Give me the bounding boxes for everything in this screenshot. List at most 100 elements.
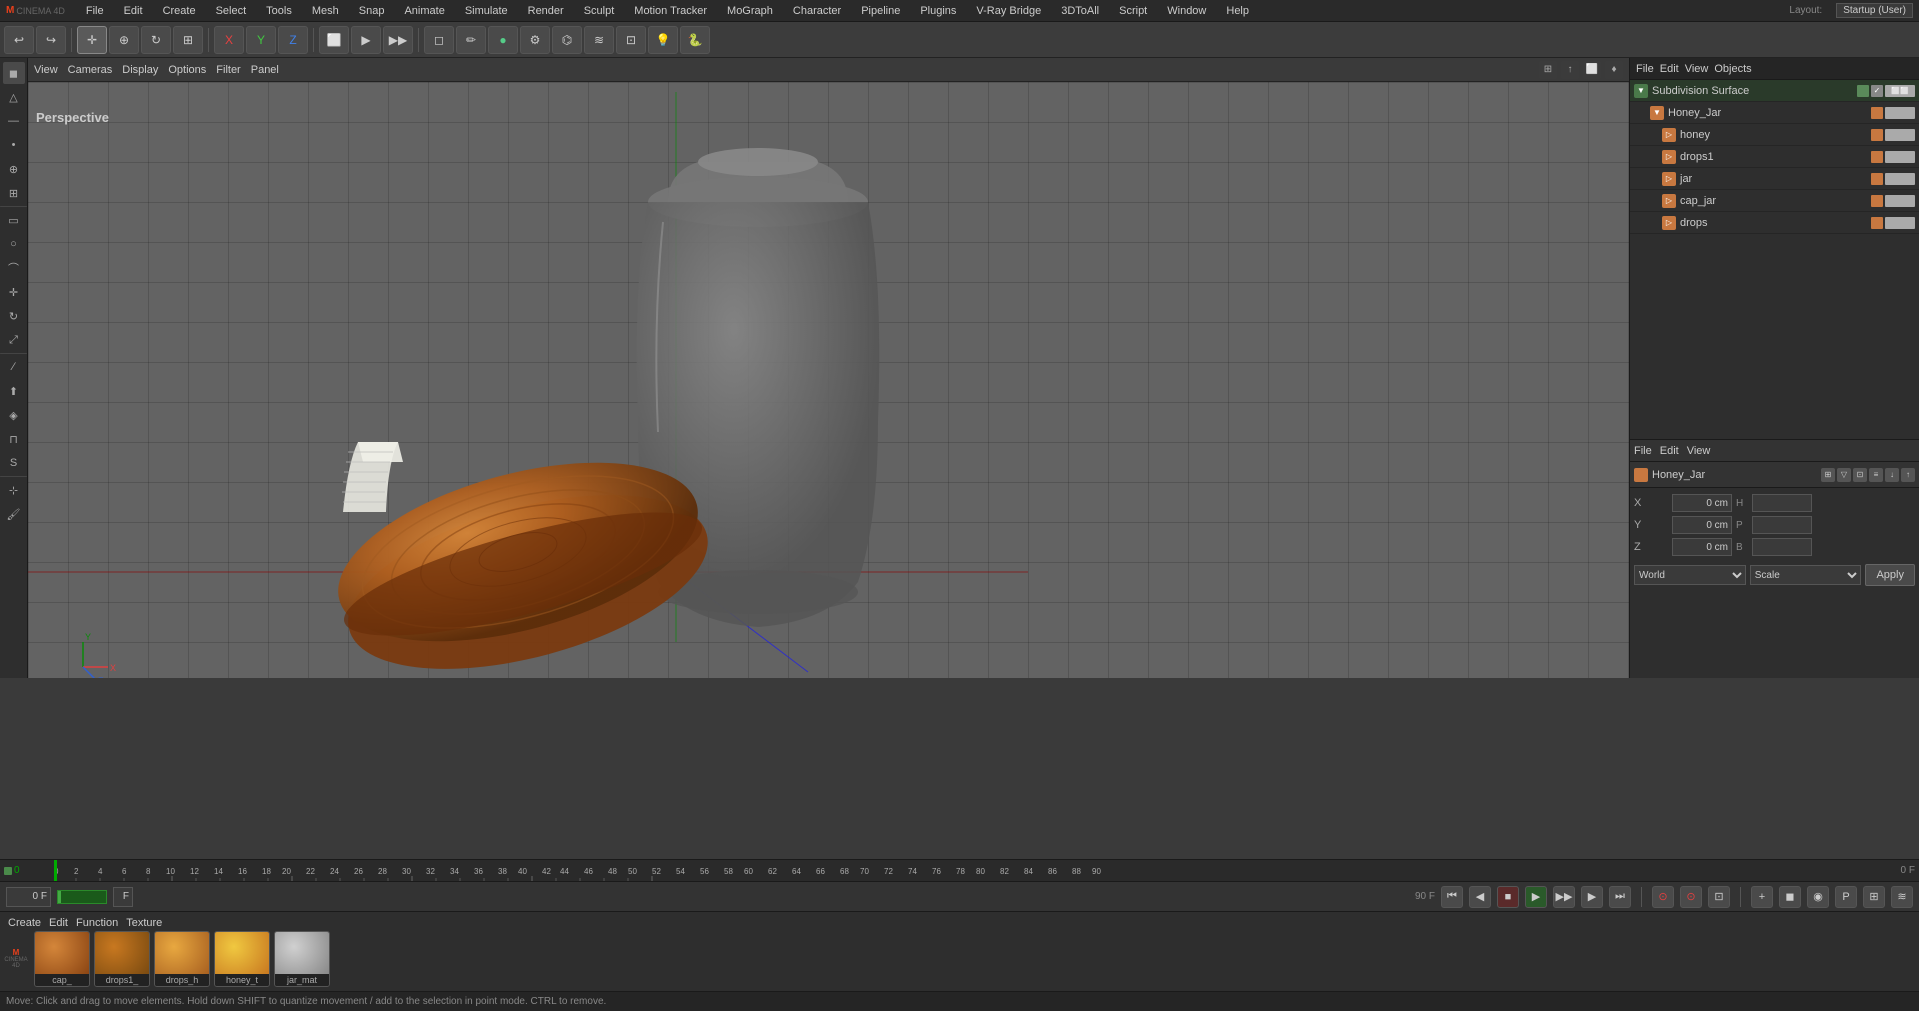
x-size-input[interactable] [1752, 494, 1812, 512]
btn-render-icon[interactable]: ◼ [1779, 886, 1801, 908]
y-axis[interactable]: Y [246, 26, 276, 54]
x-axis[interactable]: X [214, 26, 244, 54]
mat-honey-thumb[interactable]: honey_t [214, 931, 270, 987]
z-pos-input[interactable] [1672, 538, 1732, 556]
obj-row-honey[interactable]: ▷ honey [1630, 124, 1919, 146]
redo-button[interactable]: ↪ [36, 26, 66, 54]
tool-scale[interactable]: ⤢ [3, 329, 25, 351]
tool-select-lasso[interactable]: ⌒ [3, 257, 25, 279]
tool-uv[interactable]: ⊕ [3, 158, 25, 180]
green-tool[interactable]: ● [488, 26, 518, 54]
btn-stop[interactable]: ■ [1497, 886, 1519, 908]
attr-edit[interactable]: Edit [1660, 445, 1679, 457]
tool-point[interactable]: • [3, 134, 25, 156]
magnet-tool[interactable]: ⌬ [552, 26, 582, 54]
tool-select-rect[interactable]: ▭ [3, 209, 25, 231]
honey-vis1[interactable] [1871, 129, 1883, 141]
tool-polygon[interactable]: △ [3, 86, 25, 108]
vis-check[interactable] [1857, 85, 1869, 97]
obj-mgr-objects[interactable]: Objects [1714, 63, 1751, 75]
vp-menu-display[interactable]: Display [122, 64, 158, 76]
tool-extrude[interactable]: ⬆ [3, 380, 25, 402]
z-size-input[interactable] [1752, 538, 1812, 556]
mat-cap-thumb[interactable]: cap_ [34, 931, 90, 987]
scale-select[interactable]: Scale [1750, 565, 1862, 585]
attr-view[interactable]: View [1687, 445, 1711, 457]
vp-icon-3[interactable]: ⬜ [1583, 61, 1601, 79]
current-frame-input[interactable] [6, 887, 51, 907]
apply-button[interactable]: Apply [1865, 564, 1915, 586]
vp-icon-2[interactable]: ↑ [1561, 61, 1579, 79]
btn-curve-icon[interactable]: ≋ [1891, 886, 1913, 908]
tool-edge[interactable]: — [3, 110, 25, 132]
btn-play[interactable]: ▶ [1525, 886, 1547, 908]
python-tool[interactable]: 🐍 [680, 26, 710, 54]
drops-vis1[interactable] [1871, 217, 1883, 229]
wave-tool[interactable]: ≋ [584, 26, 614, 54]
tool-knife[interactable]: ∕ [3, 356, 25, 378]
undo-button[interactable]: ↩ [4, 26, 34, 54]
x-pos-input[interactable] [1672, 494, 1732, 512]
attr-icon3[interactable]: ⊡ [1853, 468, 1867, 482]
btn-play-rev[interactable]: ▶▶ [1553, 886, 1575, 908]
hj-vis1[interactable] [1871, 107, 1883, 119]
menu-edit[interactable]: Edit [121, 5, 146, 17]
frame-suffix[interactable] [113, 887, 133, 907]
tool-model[interactable]: ◼ [3, 62, 25, 84]
jar-vis1[interactable] [1871, 173, 1883, 185]
rotate-tool[interactable]: ↻ [141, 26, 171, 54]
vp-icon-4[interactable]: ♦ [1605, 61, 1623, 79]
cj-mat[interactable] [1885, 195, 1915, 207]
tool-bridge[interactable]: ⊓ [3, 428, 25, 450]
btn-prev-frame[interactable]: ◀ [1469, 886, 1491, 908]
render-anim[interactable]: ▶▶ [383, 26, 413, 54]
obj-mgr-view[interactable]: View [1685, 63, 1709, 75]
vp-menu-options[interactable]: Options [168, 64, 206, 76]
btn-add-key[interactable]: + [1751, 886, 1773, 908]
tool-bevel[interactable]: ◈ [3, 404, 25, 426]
mat-edit[interactable]: Edit [49, 917, 68, 929]
viewport[interactable]: View Cameras Display Options Filter Pane… [28, 58, 1629, 678]
btn-timeline-icon[interactable]: P [1835, 886, 1857, 908]
menu-vray[interactable]: V-Ray Bridge [973, 5, 1044, 17]
ruler-ticks[interactable]: // Inline ruler ticks will be drawn via … [54, 860, 1897, 881]
render-region[interactable]: ⬜ [319, 26, 349, 54]
btn-dope-icon[interactable]: ⊞ [1863, 886, 1885, 908]
gear-tool[interactable]: ⚙ [520, 26, 550, 54]
menu-file[interactable]: File [83, 5, 107, 17]
mat-create[interactable]: Create [8, 917, 41, 929]
tool-snap[interactable]: ⊞ [3, 182, 25, 204]
drops1-mat[interactable] [1885, 151, 1915, 163]
vp-menu-filter[interactable]: Filter [216, 64, 240, 76]
tool-weld[interactable]: S [3, 452, 25, 474]
layout-preset[interactable]: Startup (User) [1836, 3, 1913, 18]
menu-motion-tracker[interactable]: Motion Tracker [631, 5, 710, 17]
camera-tool[interactable]: ⊡ [616, 26, 646, 54]
move-tool[interactable]: ✛ [77, 26, 107, 54]
btn-to-start[interactable]: ⏮ [1441, 886, 1463, 908]
obj-row-drops1[interactable]: ▷ drops1 [1630, 146, 1919, 168]
btn-record[interactable]: ⊙ [1652, 886, 1674, 908]
frame-timeline-mini[interactable] [57, 890, 107, 904]
drops-mat[interactable] [1885, 217, 1915, 229]
menu-character[interactable]: Character [790, 5, 844, 17]
attr-icon1[interactable]: ⊞ [1821, 468, 1835, 482]
tool-move[interactable]: ✛ [3, 281, 25, 303]
render-view[interactable]: ▶ [351, 26, 381, 54]
jar-mat[interactable] [1885, 173, 1915, 185]
obj-row-jar[interactable]: ▷ jar [1630, 168, 1919, 190]
menu-tools[interactable]: Tools [263, 5, 295, 17]
tool-paint[interactable]: 🖌 [3, 503, 25, 525]
menu-animate[interactable]: Animate [401, 5, 447, 17]
y-pos-input[interactable] [1672, 516, 1732, 534]
menu-mesh[interactable]: Mesh [309, 5, 342, 17]
menu-plugins[interactable]: Plugins [917, 5, 959, 17]
cube-tool[interactable]: ◻ [424, 26, 454, 54]
menu-sculpt[interactable]: Sculpt [581, 5, 618, 17]
vp-menu-view[interactable]: View [34, 64, 58, 76]
scale-tool[interactable]: ⊕ [109, 26, 139, 54]
drops1-vis1[interactable] [1871, 151, 1883, 163]
vp-icon-1[interactable]: ⊞ [1539, 61, 1557, 79]
menu-simulate[interactable]: Simulate [462, 5, 511, 17]
menu-3dtoall[interactable]: 3DToAll [1058, 5, 1102, 17]
